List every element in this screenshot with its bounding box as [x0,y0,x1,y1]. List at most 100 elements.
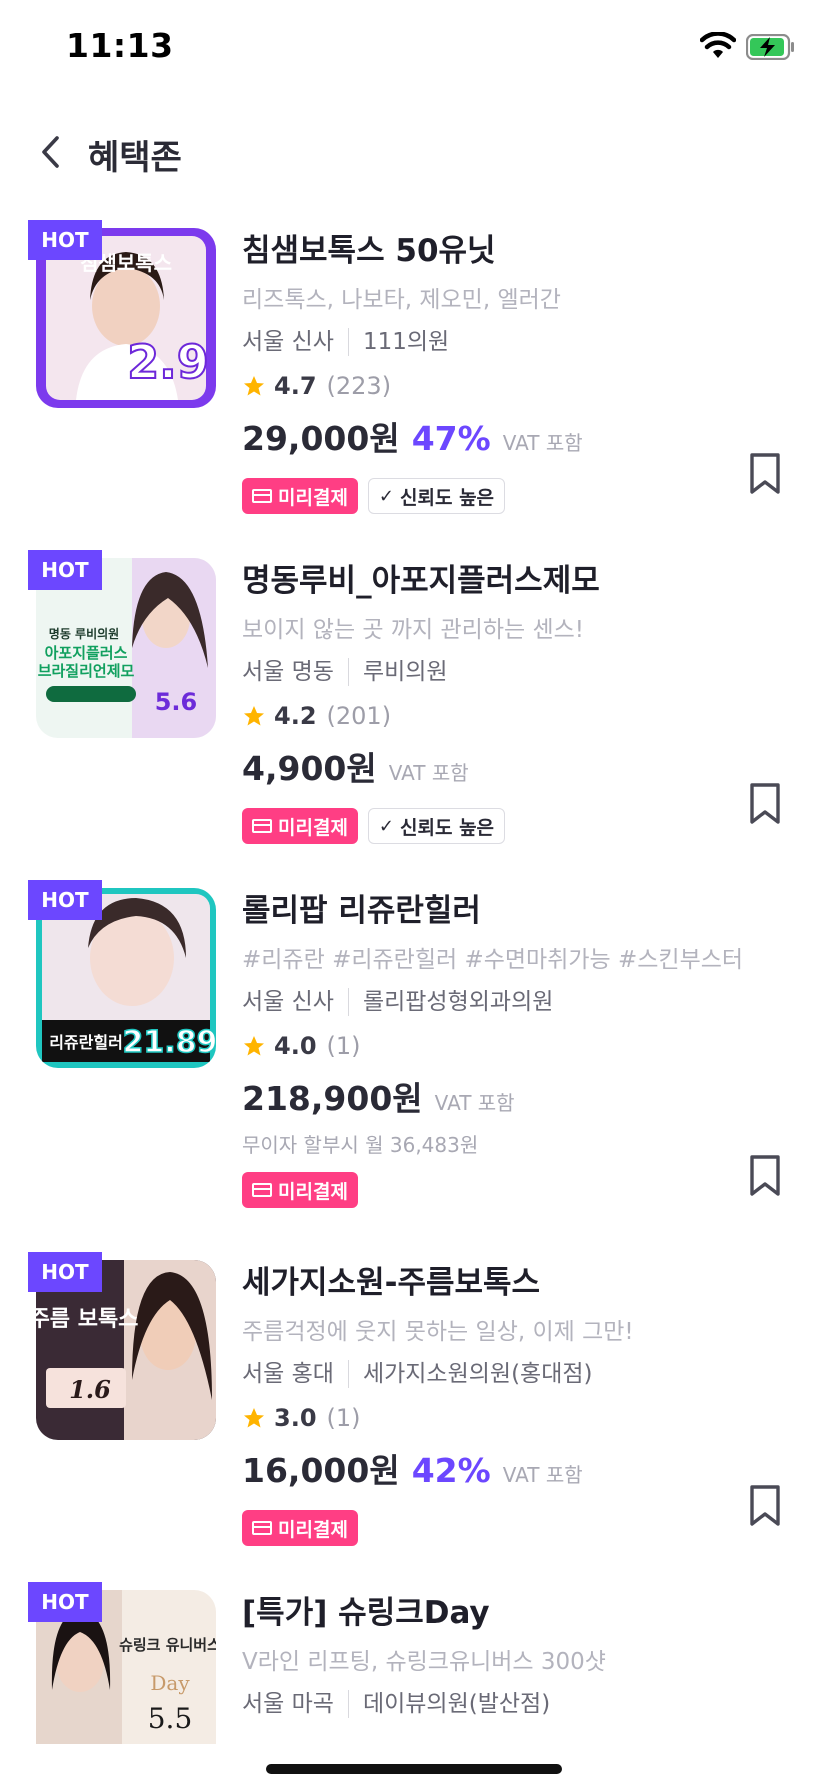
product-subtitle: #리쥬란 #리쥬란힐러 #수면마취가능 #스킨부스터 [242,947,744,973]
rating-score: 4.0 [274,1032,317,1060]
wifi-icon [700,32,736,58]
trust-tag: ✓ 신뢰도 높은 [367,478,506,514]
check-icon: ✓ [378,815,395,837]
hot-badge: HOT [28,1582,102,1622]
price-row: 16,000원 42% VAT 포함 [242,1444,782,1500]
back-button[interactable] [30,130,70,174]
discount-rate: 47% [411,419,491,458]
discount-rate: 42% [411,1451,491,1490]
clinic-name: 데이뷰의원(발산점) [362,1691,551,1717]
thumb-price-text: 2.9 [127,335,209,389]
product-title: 침샘보톡스 50유닛 [242,233,496,269]
list-item[interactable]: HOT 명동 루비의원 아포지플러스 브라질리언제모 5.6 명동루비_아포지플… [0,544,828,874]
bookmark-icon[interactable] [748,1154,782,1198]
rating-score: 4.7 [274,372,317,400]
svg-text:브라질리언제모: 브라질리언제모 [38,662,135,680]
rating-row: 4.7 (223) [242,364,782,408]
thumb-price-text: 1.6 [69,1375,111,1404]
star-icon [244,376,264,396]
thumb-price-text: 5.6 [155,688,198,716]
location-row: 서울 홍대 세가지소원의원(홍대점) [242,1352,782,1396]
status-bar: 11:13 [0,0,828,100]
clinic-name: 루비의원 [362,659,448,685]
product-subtitle: 주름걱정에 웃지 못하는 일상, 이제 그만! [242,1319,634,1345]
divider [347,328,349,356]
thumb-title-text: 슈링크 유니버스 [119,1636,216,1654]
rating-score: 3.0 [274,1404,317,1432]
card-icon [252,489,272,503]
clinic-name: 세가지소원의원(홍대점) [362,1361,593,1387]
card-icon [252,819,272,833]
clinic-name: 롤리팝성형외과의원 [362,989,554,1015]
card-icon [252,1521,272,1535]
location-row: 서울 마곡 데이뷰의원(발산점) [242,1682,782,1726]
header: 혜택존 [0,110,828,190]
prepay-tag: 미리결제 [242,808,358,844]
list-item[interactable]: HOT 침샘보톡스 2.9 침샘보톡스 50유닛 리즈톡스, 나보타, 제오민,… [0,214,828,544]
card-icon [252,1183,272,1197]
bookmark-icon[interactable] [748,1484,782,1528]
price-row: 29,000원 47% VAT 포함 [242,412,782,468]
price: 16,000원 [242,1451,400,1490]
review-count: (223) [326,372,392,400]
home-indicator [266,1764,562,1774]
divider [347,988,349,1016]
rating-score: 4.2 [274,702,317,730]
prepay-tag: 미리결제 [242,1172,358,1208]
thumb-price-text: 21.89 [123,1025,216,1060]
price: 29,000원 [242,419,400,458]
rating-row: 4.0 (1) [242,1024,782,1068]
product-title: 명동루비_아포지플러스제모 [242,563,600,599]
star-icon [244,1408,264,1428]
hot-badge: HOT [28,220,102,260]
review-count: (1) [326,1032,361,1060]
region-label: 서울 신사 [242,329,334,355]
deal-list: HOT 침샘보톡스 2.9 침샘보톡스 50유닛 리즈톡스, 나보타, 제오민,… [0,214,828,1744]
thumb-title-text: 주름 보톡스 [36,1307,138,1332]
price-row: 218,900원 VAT 포함 [242,1072,782,1128]
product-title: [특가] 슈링크Day [242,1595,490,1631]
tag-row: 미리결제 [242,1508,782,1548]
hot-badge: HOT [28,880,102,920]
vat-label: VAT 포함 [388,761,469,785]
location-row: 서울 명동 루비의원 [242,650,782,694]
bookmark-icon[interactable] [748,452,782,496]
product-title: 롤리팝 리쥬란힐러 [242,893,481,929]
trust-tag: ✓ 신뢰도 높은 [367,808,506,844]
bookmark-icon[interactable] [748,782,782,826]
svg-text:아포지플러스: 아포지플러스 [45,644,128,662]
star-icon [244,1036,264,1056]
thumb-title-text: 리쥬란힐러 [49,1033,123,1052]
list-item[interactable]: HOT 슈링크 유니버스 Day 5.5 [특가] 슈링크Day V라인 리프팅… [0,1576,828,1744]
status-time: 11:13 [66,26,174,65]
installment-note: 무이자 할부시 월 36,483원 [242,1133,479,1157]
thumb-title-text: 명동 루비의원 [49,626,119,641]
list-item[interactable]: HOT 주름 보톡스 1.6 세가지소원-주름보톡스 주름걱정에 웃지 못하는 … [0,1246,828,1576]
tag-row: 미리결제 ✓ 신뢰도 높은 [242,806,782,846]
product-subtitle: 보이지 않는 곳 까지 관리하는 센스! [242,617,585,643]
location-row: 서울 신사 롤리팝성형외과의원 [242,980,782,1024]
region-label: 서울 홍대 [242,1361,334,1387]
clinic-name: 111의원 [362,329,450,355]
star-icon [244,706,264,726]
page-title: 혜택존 [88,138,182,178]
product-subtitle: 리즈톡스, 나보타, 제오민, 엘러간 [242,287,561,313]
vat-label: VAT 포함 [502,431,583,455]
battery-charging-icon [746,34,794,60]
check-icon: ✓ [378,485,395,507]
thumb-price-text: 5.5 [148,1702,193,1735]
hot-badge: HOT [28,550,102,590]
review-count: (201) [326,702,392,730]
tag-row: 미리결제 ✓ 신뢰도 높은 [242,476,782,516]
vat-label: VAT 포함 [502,1463,583,1487]
prepay-tag: 미리결제 [242,478,358,514]
rating-row: 3.0 (1) [242,1396,782,1440]
region-label: 서울 명동 [242,659,334,685]
price-row: 4,900원 VAT 포함 [242,742,782,798]
divider [347,1360,349,1388]
chevron-left-icon [42,136,59,168]
rating-row: 4.2 (201) [242,694,782,738]
tag-row: 미리결제 [242,1170,782,1210]
product-title: 세가지소원-주름보톡스 [242,1265,541,1301]
list-item[interactable]: HOT 리쥬란힐러 21.89 롤리팝 리쥬란힐러 #리쥬란 #리쥬란힐러 #수… [0,874,828,1246]
